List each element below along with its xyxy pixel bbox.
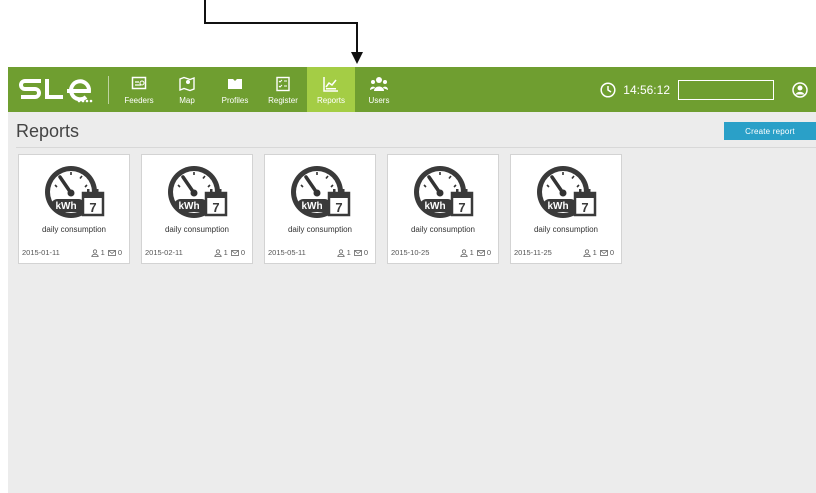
svg-text:kWh: kWh [178, 201, 199, 212]
mail-icon [476, 249, 485, 256]
report-name: daily consumption [533, 225, 599, 234]
nav-label: Users [368, 95, 390, 105]
search-input[interactable] [678, 79, 774, 100]
report-name: daily consumption [41, 225, 107, 234]
mail-icon [353, 249, 362, 256]
report-name: daily consumption [410, 225, 476, 234]
svg-text:kWh: kWh [55, 201, 76, 212]
nav-item-register[interactable]: Register [259, 67, 307, 112]
divider [16, 147, 816, 148]
report-date: 2015-10-25 [391, 248, 430, 257]
clock: 14:56:12 [600, 81, 670, 98]
nav-item-feeders[interactable]: Feeders [115, 67, 163, 112]
feeders-icon [130, 75, 148, 93]
svg-text:7: 7 [581, 200, 588, 215]
report-stats: 1 0 [213, 248, 248, 257]
report-card[interactable]: kWh 7 daily consumption 2015-01-11 1 0 [18, 154, 130, 264]
clock-icon [600, 81, 616, 98]
report-user-count: 1 [100, 248, 105, 257]
report-email-count: 0 [363, 248, 368, 257]
main-content: Reports Create report kWh 7 daily consum… [8, 112, 816, 493]
report-date: 2015-02-11 [145, 248, 183, 257]
report-name: daily consumption [287, 225, 353, 234]
report-date: 2015-01-11 [22, 248, 60, 257]
map-icon [178, 75, 196, 93]
user-icon [582, 248, 591, 257]
annotation-arrow [204, 0, 363, 64]
report-card[interactable]: kWh 7 daily consumption 2015-11-25 1 0 [510, 154, 622, 264]
report-stats: 1 0 [336, 248, 371, 257]
user-icon [459, 248, 468, 257]
report-card[interactable]: kWh 7 daily consumption 2015-10-25 1 0 [387, 154, 499, 264]
report-user-count: 1 [592, 248, 597, 257]
svg-text:7: 7 [335, 200, 342, 215]
report-user-count: 1 [346, 248, 351, 257]
svg-text:kWh: kWh [424, 201, 445, 212]
nav-item-map[interactable]: Map [163, 67, 211, 112]
sle-logo-icon [19, 78, 93, 102]
report-stats: 1 0 [90, 248, 125, 257]
report-email-count: 0 [240, 248, 245, 257]
create-report-button[interactable]: Create report [724, 122, 816, 140]
reports-icon [322, 75, 340, 93]
report-email-count: 0 [486, 248, 491, 257]
user-icon [213, 248, 222, 257]
mail-icon [107, 249, 116, 256]
svg-text:kWh: kWh [301, 201, 322, 212]
meter-calendar-icon: kWh 7 [291, 166, 351, 218]
report-email-count: 0 [117, 248, 122, 257]
logo[interactable] [8, 67, 108, 112]
meter-calendar-icon: kWh 7 [414, 166, 474, 218]
nav-label: Profiles [221, 95, 249, 105]
report-stats: 1 0 [459, 248, 494, 257]
logo-divider [108, 75, 109, 104]
mail-icon [230, 249, 239, 256]
meter-calendar-icon: kWh 7 [537, 166, 597, 218]
report-stats: 1 0 [582, 248, 617, 257]
nav-item-reports[interactable]: Reports [307, 67, 355, 112]
users-icon [370, 75, 388, 93]
report-user-count: 1 [223, 248, 228, 257]
report-card[interactable]: kWh 7 daily consumption 2015-05-11 1 0 [264, 154, 376, 264]
svg-text:7: 7 [212, 200, 219, 215]
svg-text:7: 7 [89, 200, 96, 215]
nav-item-profiles[interactable]: Profiles [211, 67, 259, 112]
meter-calendar-icon: kWh 7 [45, 166, 105, 218]
nav-label: Register [268, 95, 298, 105]
report-user-count: 1 [469, 248, 474, 257]
user-account-icon[interactable] [792, 81, 808, 98]
report-email-count: 0 [609, 248, 614, 257]
report-card[interactable]: kWh 7 daily consumption 2015-02-11 1 0 [141, 154, 253, 264]
profiles-icon [226, 75, 244, 93]
page-title: Reports [16, 121, 80, 141]
mail-icon [599, 249, 608, 256]
report-date: 2015-11-25 [514, 248, 552, 257]
nav-label: Reports [316, 95, 345, 105]
report-name: daily consumption [164, 225, 230, 234]
register-icon [274, 75, 292, 93]
nav-label: Map [179, 95, 195, 105]
svg-text:kWh: kWh [547, 201, 568, 212]
top-navbar: Feeders Map Profiles Register Reports Us… [8, 67, 816, 112]
meter-calendar-icon: kWh 7 [168, 166, 228, 218]
user-icon [336, 248, 345, 257]
nav-label: Feeders [124, 95, 154, 105]
clock-time: 14:56:12 [623, 82, 670, 97]
user-icon [90, 248, 99, 257]
nav-item-users[interactable]: Users [355, 67, 403, 112]
svg-text:7: 7 [458, 200, 465, 215]
report-date: 2015-05-11 [268, 248, 306, 257]
